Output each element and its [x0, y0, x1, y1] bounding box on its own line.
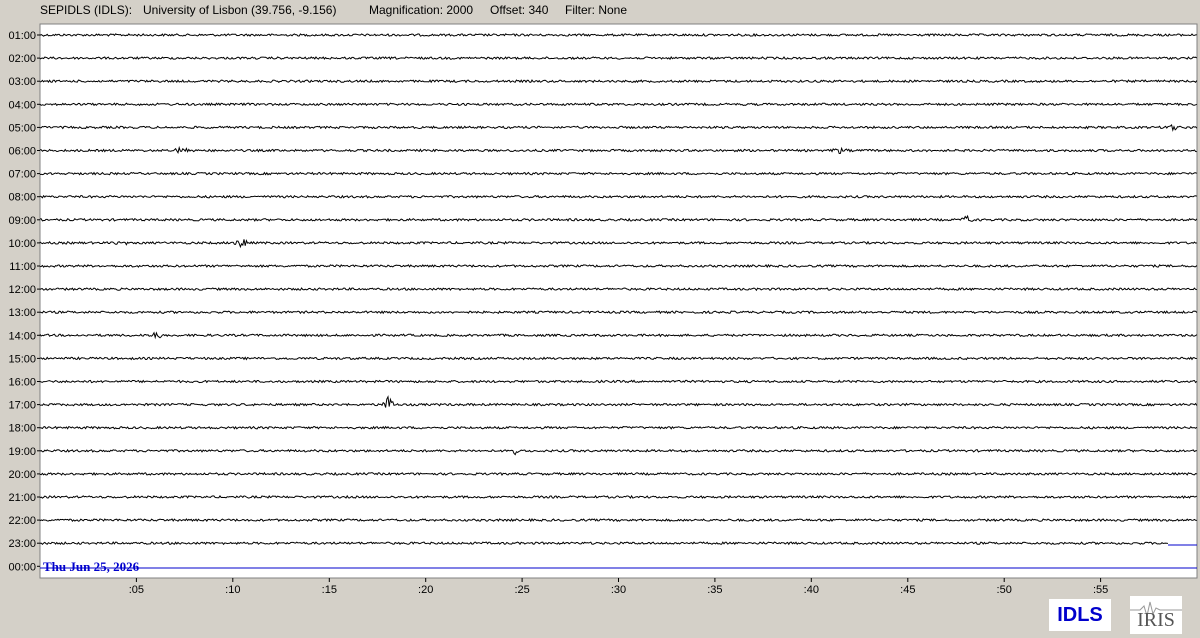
idls-logo: IDLS [1049, 599, 1111, 631]
iris-logo: IRIS [1130, 596, 1182, 634]
minute-label: :05 [129, 584, 144, 596]
hour-label-group: 01:00 02:00 03:00 04:00 05:00 06:00 07:00 08:00… [8, 30, 40, 573]
hour-label: 19:00 [8, 446, 36, 458]
hour-label: 11:00 [9, 261, 36, 273]
hour-label: 14:00 [8, 330, 36, 342]
hour-label: 08:00 [8, 192, 36, 204]
hour-label: 15:00 [8, 353, 36, 365]
hour-label: 23:00 [8, 538, 36, 550]
hour-label: 13:00 [8, 307, 36, 319]
hour-label: 01:00 [8, 30, 36, 42]
minute-axis: :05 :10 :15 :20 :25 :30 :35 :40 :45 :50 :55 [129, 578, 1108, 596]
hour-label: 09:00 [8, 215, 36, 227]
minute-label: :15 [322, 584, 337, 596]
hour-label: 20:00 [8, 469, 36, 481]
minute-label: :35 [707, 584, 722, 596]
iris-logo-text: IRIS [1137, 609, 1175, 631]
hour-label: 22:00 [8, 515, 36, 527]
hour-label: 06:00 [8, 146, 36, 158]
plot-area [39, 23, 1198, 579]
hour-label: 03:00 [8, 76, 36, 88]
minute-label: :45 [900, 584, 915, 596]
minute-label: :25 [514, 584, 529, 596]
minute-label: :10 [225, 584, 240, 596]
date-label: Thu Jun 25, 2026 [43, 559, 140, 574]
hour-label: 04:00 [8, 99, 36, 111]
minute-label: :55 [1093, 584, 1108, 596]
hour-label: 07:00 [8, 169, 36, 181]
minute-label: :40 [804, 584, 819, 596]
minute-label: :50 [997, 584, 1012, 596]
hour-label: 16:00 [8, 377, 36, 389]
minute-label: :30 [611, 584, 626, 596]
hour-label: 00:00 [8, 561, 36, 573]
helicorder-plot: 01:00 02:00 03:00 04:00 05:00 06:00 07:00 08:00… [8, 23, 1198, 596]
hour-label: 02:00 [8, 53, 36, 65]
hour-label: 17:00 [8, 400, 36, 412]
hour-label: 21:00 [8, 492, 36, 504]
minute-label: :20 [418, 584, 433, 596]
hour-label: 05:00 [8, 122, 36, 134]
hour-label: 10:00 [8, 238, 36, 250]
hour-label: 18:00 [8, 423, 36, 435]
hour-label: 12:00 [8, 284, 36, 296]
